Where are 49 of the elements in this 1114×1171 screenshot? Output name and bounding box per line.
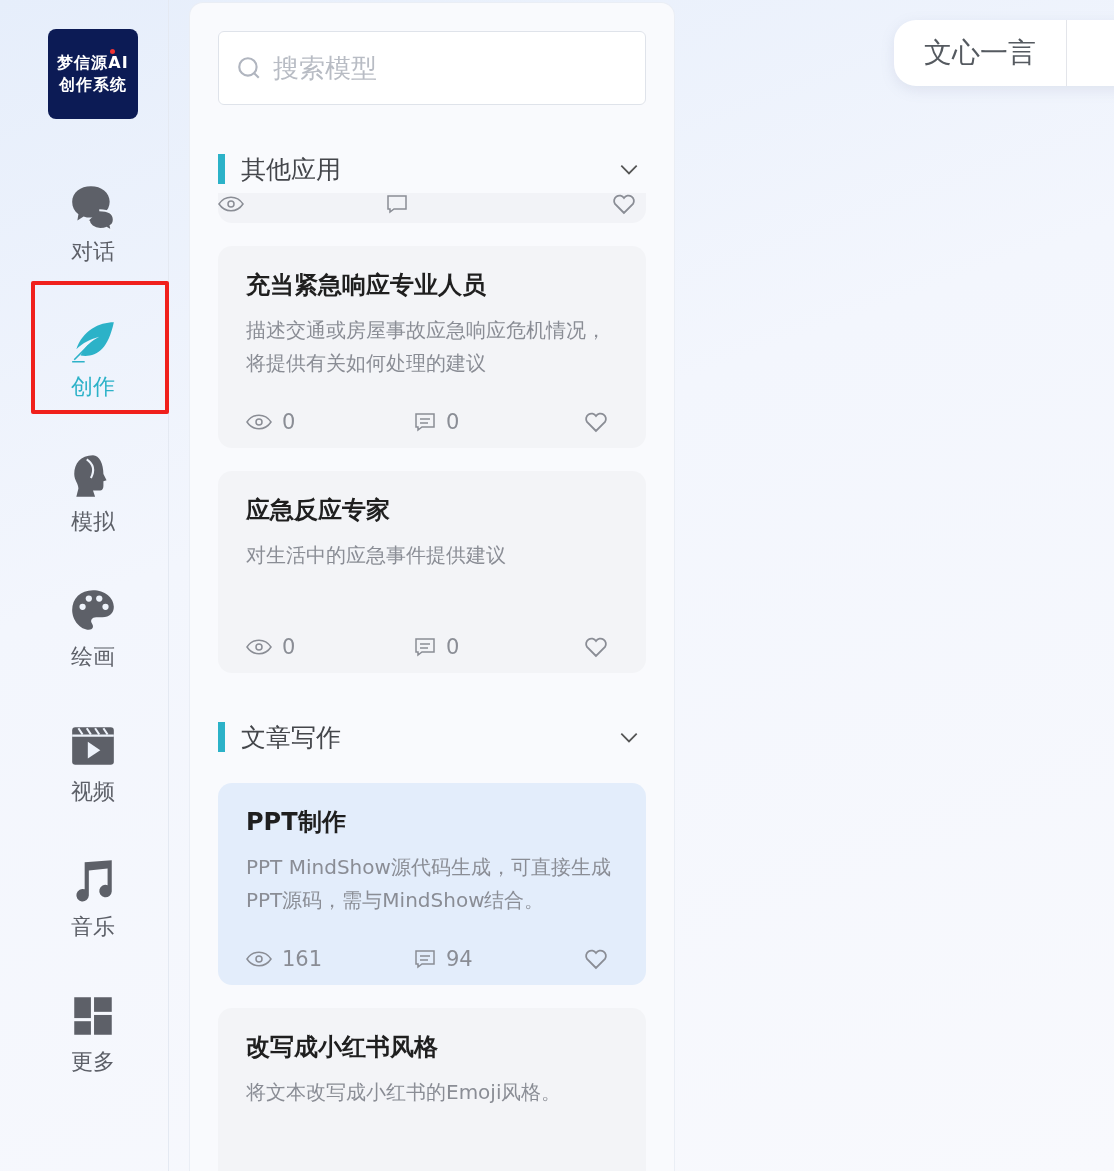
card-title: PPT制作 bbox=[246, 807, 347, 838]
dot-icon bbox=[110, 49, 115, 54]
nav-item[interactable]: 模拟 bbox=[44, 451, 142, 549]
section-title: 其他应用 bbox=[241, 153, 342, 186]
heart-icon bbox=[612, 193, 636, 215]
section-header[interactable]: 文章写作 bbox=[218, 717, 646, 757]
card-description: 描述交通或房屋事故应急响应危机情况，将提供有关如何处理的建议 bbox=[246, 317, 607, 377]
logo-text: 创作系统 bbox=[59, 76, 127, 94]
comment-icon bbox=[414, 949, 436, 969]
card-description: PPT MindShow源代码生成，可直接生成PPT源码，需与MindShow结合。 bbox=[246, 854, 612, 914]
comment-icon bbox=[414, 637, 436, 657]
comment-icon bbox=[414, 412, 436, 432]
nav-item[interactable]: 视频 bbox=[44, 721, 142, 819]
view-count: 0 bbox=[282, 635, 297, 659]
comment-count: 0 bbox=[446, 635, 461, 659]
nav-item[interactable]: 更多 bbox=[44, 991, 142, 1089]
nav-item[interactable]: 对话 bbox=[44, 181, 142, 279]
eye-icon bbox=[246, 414, 272, 430]
card-title: 应急反应专家 bbox=[246, 495, 391, 526]
eye-icon bbox=[218, 196, 244, 212]
view-count: 161 bbox=[282, 947, 324, 971]
heart-icon[interactable] bbox=[584, 948, 608, 970]
section-marker bbox=[218, 154, 225, 184]
model-card[interactable]: 改写成小红书风格 将文本改写成小红书的Emoji风格。 bbox=[218, 1008, 646, 1171]
logo-text: 梦信源AI bbox=[57, 54, 129, 72]
card-description: 对生活中的应急事件提供建议 bbox=[246, 542, 507, 569]
section-header[interactable]: 其他应用 bbox=[218, 149, 646, 189]
model-tab[interactable]: 文心一言 bbox=[894, 20, 1067, 86]
model-card[interactable]: 应急反应专家 对生活中的应急事件提供建议 0 0 bbox=[218, 471, 646, 673]
nav-item[interactable]: 音乐 bbox=[44, 856, 142, 954]
eye-icon bbox=[246, 639, 272, 655]
model-card[interactable]: PPT制作 PPT MindShow源代码生成，可直接生成PPT源码，需与MindShow结合。 161 94 bbox=[218, 783, 646, 985]
search-field[interactable]: 搜索模型 bbox=[218, 31, 646, 105]
model-card[interactable]: 充当紧急响应专业人员 描述交通或房屋事故应急响应危机情况，将提供有关如何处理的建议 0 0 bbox=[218, 246, 646, 448]
section-marker bbox=[218, 722, 225, 752]
search-icon bbox=[236, 55, 262, 81]
eye-icon bbox=[246, 951, 272, 967]
comment-icon bbox=[386, 194, 408, 214]
section-title: 文章写作 bbox=[241, 721, 342, 754]
card-title: 改写成小红书风格 bbox=[246, 1032, 439, 1063]
comment-count: 94 bbox=[446, 947, 474, 971]
app-logo[interactable]: 梦信源AI 创作系统 bbox=[48, 29, 138, 119]
nav-item[interactable]: 绘画 bbox=[44, 586, 142, 684]
card-description: 将文本改写成小红书的Emoji风格。 bbox=[246, 1079, 563, 1106]
heart-icon[interactable] bbox=[584, 411, 608, 433]
card-title: 充当紧急响应专业人员 bbox=[246, 270, 487, 301]
view-count: 0 bbox=[282, 410, 297, 434]
comment-count: 0 bbox=[446, 410, 461, 434]
heart-icon[interactable] bbox=[584, 636, 608, 658]
